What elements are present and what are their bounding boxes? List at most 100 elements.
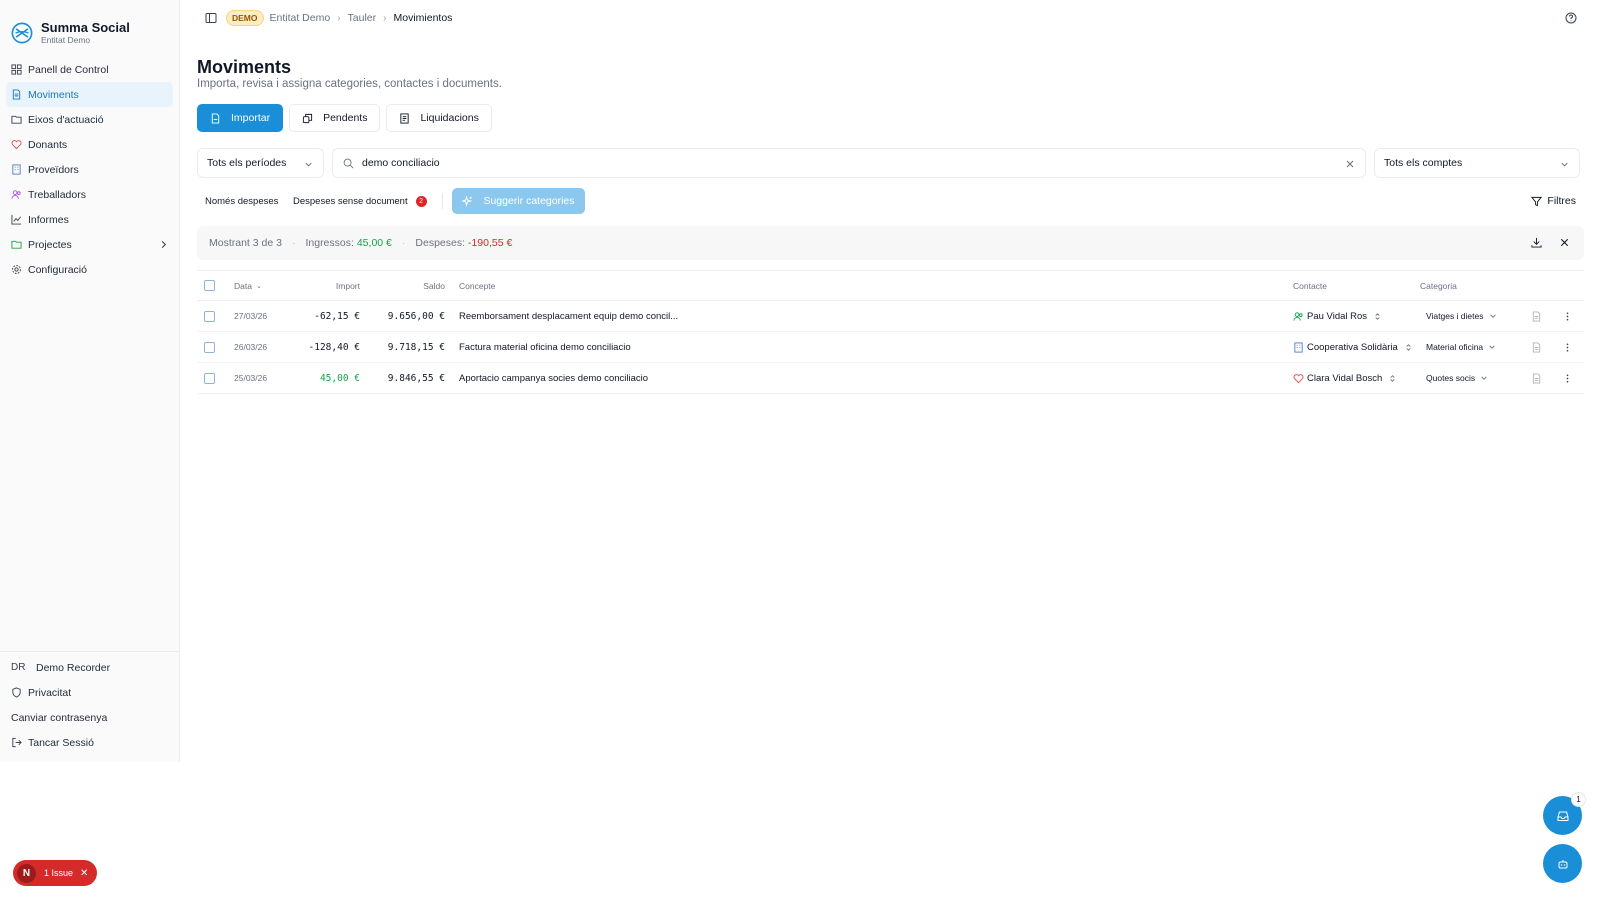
sidebar-footer: DR Demo Recorder Privacitat Canviar cont…	[0, 651, 179, 755]
copy-icon	[303, 113, 313, 123]
notification-badge: 1	[1571, 792, 1586, 807]
help-icon[interactable]	[1565, 12, 1577, 24]
count-badge: 2	[415, 195, 427, 207]
table-header: Data ⌄ Import Saldo Concepte Contacte Cat…	[197, 271, 1584, 301]
row-document-cell	[1531, 363, 1542, 393]
document-icon	[211, 112, 220, 124]
brand[interactable]: Summa Social Entitat Demo	[0, 0, 179, 52]
more-vertical-icon[interactable]	[1562, 342, 1573, 353]
select-all-checkbox[interactable]	[204, 280, 215, 291]
summary-bar: Mostrant 3 de 3 · Ingressos: 45,00 € · D…	[197, 226, 1584, 260]
breadcrumb-item[interactable]: Entitat Demo	[270, 12, 331, 24]
user-menu[interactable]: DR Demo Recorder	[6, 655, 173, 680]
settlements-button[interactable]: Liquidacions	[386, 104, 492, 132]
sidebar-item-label: Proveïdors	[28, 163, 79, 176]
only-expenses-filter[interactable]: Només despeses	[197, 188, 286, 214]
sidebar-item-treballadors[interactable]: Treballadors	[6, 182, 173, 207]
logout-icon	[12, 737, 22, 748]
pending-button[interactable]: Pendents	[289, 104, 381, 132]
search-box	[332, 148, 1366, 178]
sidebar-item-panell[interactable]: Panell de Control	[6, 57, 173, 82]
row-contact[interactable]: Pau Vidal Ros	[1293, 301, 1382, 331]
expenses-no-document-filter[interactable]: Despeses sense document 2	[285, 188, 435, 214]
row-checkbox[interactable]	[204, 341, 215, 353]
inbox-fab[interactable]: 1	[1543, 792, 1586, 835]
row-concept: Reemborsament desplacament equip demo co…	[459, 310, 679, 322]
header-concept: Concepte	[459, 271, 495, 300]
sidebar-item-moviments[interactable]: Moviments	[6, 82, 173, 107]
chart-icon	[11, 214, 22, 225]
category-select[interactable]: Quotes socis	[1420, 373, 1494, 383]
sidebar-item-label: Panell de Control	[28, 63, 109, 76]
close-icon[interactable]	[1559, 237, 1570, 248]
header-amount-label: Import	[335, 280, 360, 291]
account-select-value: Tots els comptes	[1384, 157, 1463, 169]
sidebar-item-donants[interactable]: Donants	[6, 132, 173, 157]
file-icon[interactable]	[1531, 372, 1542, 384]
shield-icon	[12, 687, 21, 698]
search-input[interactable]	[362, 157, 1312, 169]
chevron-down-icon	[1489, 345, 1495, 349]
breadcrumb: Entitat Demo › Tauler › Movimientos	[270, 12, 453, 24]
row-document-cell	[1531, 301, 1542, 331]
bot-icon	[1558, 859, 1567, 868]
table-row[interactable]: 26/03/26 -128,40 € 9.718,15 € Factura ma…	[197, 332, 1584, 363]
building-icon	[12, 164, 21, 175]
privacy-link[interactable]: Privacitat	[6, 680, 173, 705]
category-select[interactable]: Material oficina	[1420, 342, 1502, 352]
sidebar-item-proveidors[interactable]: Proveïdors	[6, 157, 173, 182]
suggest-label: Suggerir categories	[483, 195, 575, 207]
file-icon[interactable]	[1531, 310, 1542, 322]
issue-indicator[interactable]: N 1 Issue ✕	[13, 860, 97, 886]
sidebar-item-configuracio[interactable]: Configuració	[6, 257, 173, 282]
category-value: Material oficina	[1426, 342, 1484, 352]
row-select-cell	[204, 363, 215, 393]
file-icon[interactable]	[1531, 341, 1542, 353]
sidebar-item-projectes[interactable]: Projectes	[6, 232, 173, 257]
table-row[interactable]: 27/03/26 -62,15 € 9.656,00 € Reemborsame…	[197, 301, 1584, 332]
assistant-fab[interactable]	[1543, 844, 1582, 883]
download-icon[interactable]	[1531, 237, 1542, 248]
breadcrumb-item[interactable]: Tauler	[348, 12, 377, 24]
change-password-link[interactable]: Canviar contrasenya	[6, 705, 173, 730]
import-button[interactable]: Importar	[197, 104, 284, 132]
sidebar-item-informes[interactable]: Informes	[6, 207, 173, 232]
row-checkbox[interactable]	[204, 372, 215, 384]
header-date[interactable]: Data ⌄	[234, 271, 262, 300]
settlements-label: Liquidacions	[420, 112, 479, 124]
account-select[interactable]: Tots els comptes	[1374, 148, 1580, 178]
filters-button[interactable]: Filtres	[1523, 188, 1584, 214]
row-checkbox[interactable]	[204, 310, 215, 322]
row-menu-cell	[1562, 363, 1573, 393]
expenses-label: Despeses:	[415, 237, 465, 249]
row-contact[interactable]: Cooperativa Solidària	[1293, 332, 1413, 362]
expenses-value: -190,55 €	[467, 237, 513, 249]
only-expenses-label: Només despeses	[205, 195, 279, 207]
sidebar-item-eixos[interactable]: Eixos d'actuació	[6, 107, 173, 132]
sidebar-item-label: Moviments	[28, 88, 79, 101]
divider	[442, 193, 443, 209]
row-balance: 9.846,55 €	[387, 372, 445, 384]
gear-icon	[12, 265, 21, 274]
logout-button[interactable]: Tancar Sessió	[6, 730, 173, 755]
page-subtitle: Importa, revisa i assigna categories, co…	[197, 78, 502, 90]
category-select[interactable]: Viatges i dietes	[1420, 311, 1503, 321]
folder-icon	[11, 240, 22, 249]
period-select[interactable]: Tots els períodes	[197, 148, 324, 178]
close-icon[interactable]: ✕	[80, 868, 88, 879]
more-vertical-icon[interactable]	[1562, 373, 1573, 384]
more-vertical-icon[interactable]	[1562, 311, 1573, 322]
suggest-categories-button[interactable]: Suggerir categories	[452, 188, 585, 214]
table-row[interactable]: 25/03/26 45,00 € 9.846,55 € Aportacio ca…	[197, 363, 1584, 394]
row-contact[interactable]: Clara Vidal Bosch	[1293, 363, 1397, 393]
topbar: DEMO Entitat Demo › Tauler › Movimientos	[181, 0, 1600, 36]
user-name: Demo Recorder	[36, 661, 111, 674]
separator: ·	[401, 237, 406, 249]
user-icon	[1293, 311, 1303, 321]
sidebar-toggle-icon[interactable]	[205, 12, 217, 24]
filters-label: Filtres	[1547, 195, 1576, 207]
avatar: DR	[11, 662, 26, 673]
header-concept-label: Concepte	[459, 280, 496, 291]
clear-search-icon[interactable]	[1345, 159, 1355, 169]
summary-actions	[1531, 237, 1570, 248]
